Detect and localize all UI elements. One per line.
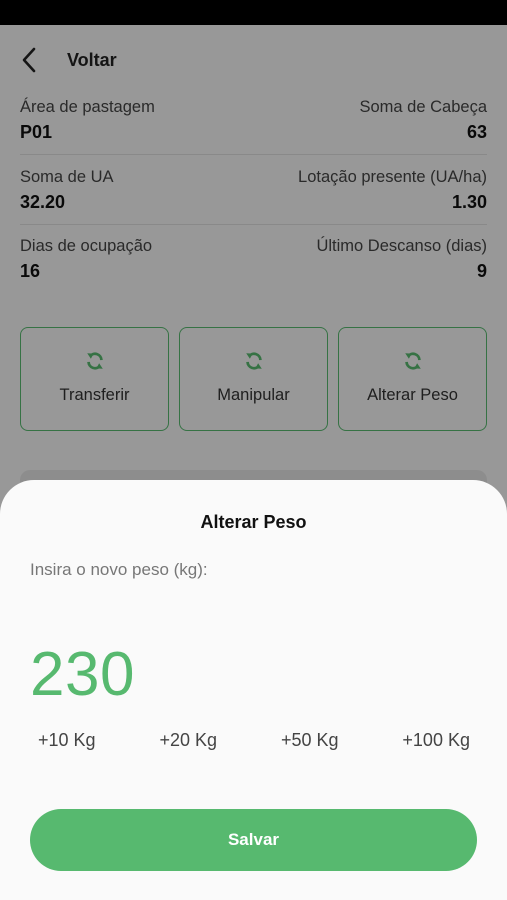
add-10-kg-button[interactable]: +10 Kg xyxy=(38,730,96,754)
weight-prompt: Insira o novo peso (kg): xyxy=(30,560,208,579)
save-button[interactable]: Salvar xyxy=(30,809,477,871)
change-weight-sheet: Alterar Peso Insira o novo peso (kg): 23… xyxy=(0,480,507,900)
add-100-kg-button[interactable]: +100 Kg xyxy=(402,730,470,754)
add-50-kg-button[interactable]: +50 Kg xyxy=(281,730,339,754)
increment-buttons: +10 Kg +20 Kg +50 Kg +100 Kg xyxy=(38,730,470,754)
add-20-kg-button[interactable]: +20 Kg xyxy=(159,730,217,754)
weight-input[interactable]: 230 xyxy=(30,638,135,712)
sheet-title: Alterar Peso xyxy=(200,512,307,532)
